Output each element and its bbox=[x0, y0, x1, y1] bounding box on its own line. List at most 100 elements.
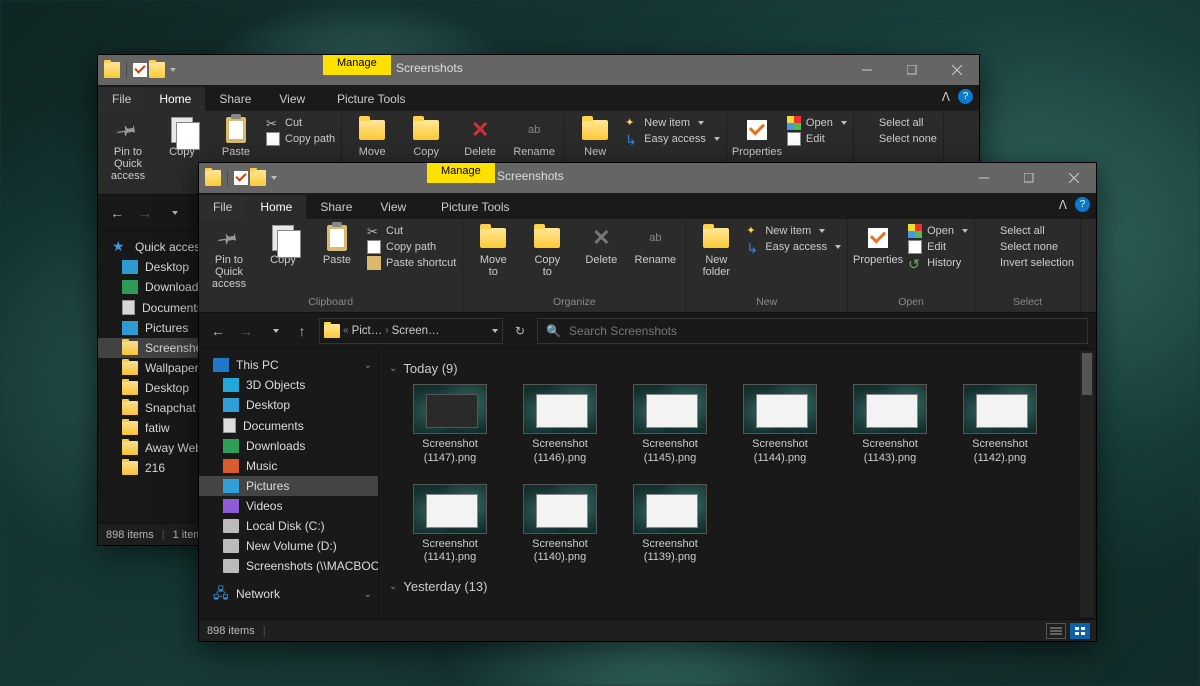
paste-button[interactable]: Paste bbox=[212, 113, 260, 158]
tab-share[interactable]: Share bbox=[306, 195, 366, 219]
address-bar[interactable]: « Pict… › Screen… bbox=[319, 318, 503, 344]
scrollbar[interactable] bbox=[1080, 351, 1094, 617]
nav-item[interactable]: Local Disk (C:) bbox=[199, 516, 378, 536]
nav-item[interactable]: 3D Objects bbox=[199, 375, 378, 395]
nav-item[interactable]: Videos bbox=[199, 496, 378, 516]
paste-shortcut-button[interactable]: Paste shortcut bbox=[367, 256, 456, 270]
new-item-button[interactable]: ✦New item bbox=[625, 116, 720, 130]
file-thumbnail[interactable]: Screenshot(1139).png bbox=[627, 484, 713, 566]
forward-button[interactable]: → bbox=[235, 320, 257, 342]
tab-view[interactable]: View bbox=[265, 87, 319, 111]
qat-dropdown-icon[interactable] bbox=[271, 176, 277, 180]
easy-access-button[interactable]: ↳Easy access bbox=[625, 132, 720, 146]
move-to-button[interactable]: Move to bbox=[469, 221, 517, 278]
back-button[interactable]: ← bbox=[106, 202, 128, 224]
file-thumbnail[interactable]: Screenshot(1145).png bbox=[627, 384, 713, 466]
breadcrumb-segment[interactable]: Pict… bbox=[352, 325, 383, 337]
rename-button[interactable]: abRename bbox=[510, 113, 558, 158]
select-none-button[interactable]: Select none bbox=[981, 240, 1074, 254]
details-view-button[interactable] bbox=[1046, 623, 1066, 639]
chevron-left-icon[interactable]: « bbox=[343, 325, 349, 336]
file-thumbnail[interactable]: Screenshot(1144).png bbox=[737, 384, 823, 466]
history-button[interactable]: ↺History bbox=[908, 256, 968, 270]
back-button[interactable]: ← bbox=[207, 320, 229, 342]
open-button[interactable]: Open bbox=[787, 116, 847, 130]
tab-picture-tools[interactable]: Picture Tools bbox=[427, 195, 523, 219]
select-all-button[interactable]: Select all bbox=[981, 224, 1074, 238]
navigation-pane[interactable]: This PC⌄3D ObjectsDesktopDocumentsDownlo… bbox=[199, 349, 379, 619]
tab-view[interactable]: View bbox=[366, 195, 420, 219]
help-icon[interactable]: ? bbox=[1075, 197, 1090, 212]
nav-item[interactable]: Documents bbox=[199, 415, 378, 436]
new-folder-button[interactable]: New folder bbox=[692, 221, 740, 278]
copy-path-button[interactable]: Copy path bbox=[266, 132, 335, 146]
breadcrumb-segment[interactable]: Screen… bbox=[392, 325, 440, 337]
new-folder-icon[interactable] bbox=[149, 62, 165, 78]
copy-button[interactable]: Copy bbox=[158, 113, 206, 158]
titlebar[interactable]: Manage Screenshots bbox=[199, 163, 1096, 193]
search-input[interactable]: 🔍 Search Screenshots bbox=[537, 318, 1088, 344]
recent-dropdown[interactable] bbox=[162, 202, 184, 224]
copy-to-button[interactable]: Copy bbox=[402, 113, 450, 158]
select-none-button[interactable]: Select none bbox=[860, 132, 937, 146]
file-thumbnail[interactable]: Screenshot(1140).png bbox=[517, 484, 603, 566]
minimize-button[interactable] bbox=[844, 55, 889, 85]
file-thumbnail[interactable]: Screenshot(1143).png bbox=[847, 384, 933, 466]
file-thumbnail[interactable]: Screenshot(1147).png bbox=[407, 384, 493, 466]
delete-button[interactable]: ✕Delete bbox=[456, 113, 504, 158]
cut-button[interactable]: ✂Cut bbox=[266, 116, 335, 130]
open-button[interactable]: Open bbox=[908, 224, 968, 238]
tab-picture-tools[interactable]: Picture Tools bbox=[323, 87, 419, 111]
nav-item[interactable]: This PC⌄ bbox=[199, 355, 378, 375]
up-button[interactable]: ↑ bbox=[291, 320, 313, 342]
new-folder-button[interactable]: New bbox=[571, 113, 619, 158]
nav-item[interactable]: Desktop bbox=[199, 395, 378, 415]
nav-item[interactable]: Pictures bbox=[199, 476, 378, 496]
copy-button[interactable]: Copy bbox=[259, 221, 307, 266]
chevron-icon[interactable]: ⌄ bbox=[364, 360, 372, 371]
file-thumbnail[interactable]: Screenshot(1146).png bbox=[517, 384, 603, 466]
file-thumbnail[interactable]: Screenshot(1141).png bbox=[407, 484, 493, 566]
collapse-ribbon-icon[interactable]: ᐱ bbox=[1059, 198, 1067, 212]
nav-item[interactable]: Music bbox=[199, 456, 378, 476]
edit-button[interactable]: Edit bbox=[787, 132, 847, 146]
minimize-button[interactable] bbox=[961, 163, 1006, 193]
maximize-button[interactable] bbox=[889, 55, 934, 85]
select-all-button[interactable]: Select all bbox=[860, 116, 937, 130]
address-dropdown-icon[interactable] bbox=[492, 329, 498, 333]
properties-button[interactable]: Properties bbox=[854, 221, 902, 266]
tab-file[interactable]: File bbox=[98, 87, 145, 111]
close-button[interactable] bbox=[934, 55, 979, 85]
close-button[interactable] bbox=[1051, 163, 1096, 193]
forward-button[interactable]: → bbox=[134, 202, 156, 224]
cut-button[interactable]: ✂Cut bbox=[367, 224, 456, 238]
titlebar[interactable]: Manage Screenshots bbox=[98, 55, 979, 85]
pin-to-quick-access-button[interactable]: Pin to Quick access bbox=[104, 113, 152, 182]
scrollbar-thumb[interactable] bbox=[1082, 353, 1092, 395]
edit-button[interactable]: Edit bbox=[908, 240, 968, 254]
collapse-ribbon-icon[interactable]: ᐱ bbox=[942, 90, 950, 104]
tab-file[interactable]: File bbox=[199, 195, 246, 219]
copy-to-button[interactable]: Copy to bbox=[523, 221, 571, 278]
maximize-button[interactable] bbox=[1006, 163, 1051, 193]
invert-selection-button[interactable]: Invert selection bbox=[981, 256, 1074, 270]
properties-icon[interactable] bbox=[133, 63, 147, 77]
nav-item[interactable]: Screenshots (\\MACBOOK bbox=[199, 556, 378, 576]
file-list[interactable]: ⌄Today (9) Screenshot(1147).png Screenshot… bbox=[379, 349, 1096, 619]
paste-button[interactable]: Paste bbox=[313, 221, 361, 266]
delete-button[interactable]: ✕Delete bbox=[577, 221, 625, 266]
manage-contextual-tab[interactable]: Manage bbox=[427, 163, 495, 183]
rename-button[interactable]: abRename bbox=[631, 221, 679, 266]
nav-item[interactable]: Downloads bbox=[199, 436, 378, 456]
manage-contextual-tab[interactable]: Manage bbox=[323, 55, 391, 75]
help-icon[interactable]: ? bbox=[958, 89, 973, 104]
qat-dropdown-icon[interactable] bbox=[170, 68, 176, 72]
group-header[interactable]: ⌄Today (9) bbox=[389, 361, 1086, 376]
file-thumbnail[interactable]: Screenshot(1142).png bbox=[957, 384, 1043, 466]
tab-share[interactable]: Share bbox=[205, 87, 265, 111]
move-to-button[interactable]: Move bbox=[348, 113, 396, 158]
properties-icon[interactable] bbox=[234, 171, 248, 185]
chevron-icon[interactable]: ⌄ bbox=[364, 589, 372, 600]
tab-home[interactable]: Home bbox=[246, 195, 306, 219]
copy-path-button[interactable]: Copy path bbox=[367, 240, 456, 254]
